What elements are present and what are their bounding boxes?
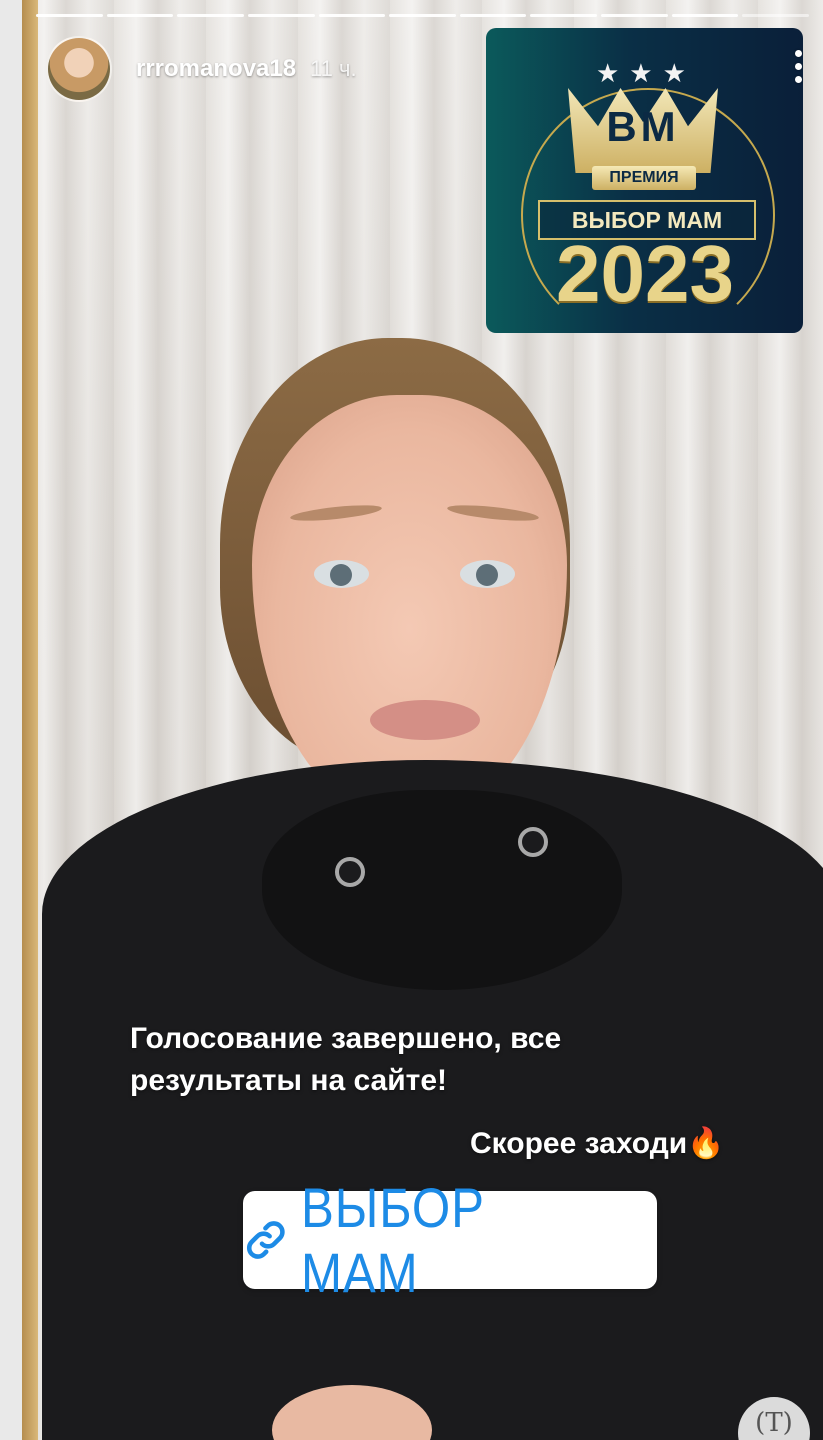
avatar[interactable] — [46, 36, 112, 102]
progress-segment — [177, 14, 244, 17]
hood-collar — [262, 790, 622, 990]
fire-emoji: 🔥 — [687, 1127, 725, 1160]
face — [252, 395, 567, 820]
progress-segment — [389, 14, 456, 17]
progress-segment — [459, 14, 527, 17]
progress-segment — [601, 14, 668, 17]
lips — [370, 700, 480, 740]
award-label: ПРЕМИЯ — [592, 166, 696, 190]
link-label: ВЫБОР МАМ — [300, 1176, 485, 1304]
eye-right — [460, 560, 515, 588]
link-sticker[interactable]: ВЫБОР МАМ — [243, 1176, 657, 1304]
more-vertical-icon[interactable] — [793, 50, 803, 83]
award-sticker[interactable]: ★★★ ВМ ПРЕМИЯ ВЫБОР МАМ 2023 — [486, 28, 803, 333]
progress-segment — [671, 14, 739, 17]
progress-segment — [530, 14, 598, 17]
story-caption-secondary: Скорее заходи🔥 — [470, 1126, 725, 1161]
progress-segment — [318, 14, 386, 17]
link-icon — [246, 1221, 285, 1259]
story-caption: Голосование завершено, все результаты на… — [130, 1022, 562, 1097]
post-time: 11 ч. — [310, 56, 357, 81]
progress-segment — [247, 14, 315, 17]
story-progress-bar — [36, 14, 810, 17]
progress-segment — [106, 14, 174, 17]
story-header: rrromanova18 11 ч. — [46, 36, 357, 102]
progress-segment — [36, 14, 103, 17]
eye-left — [314, 560, 369, 588]
username[interactable]: rrromanova18 — [136, 55, 296, 83]
award-logo-text: ВМ — [606, 103, 680, 150]
award-year: 2023 — [556, 229, 734, 318]
caption-text: Скорее заходи — [470, 1127, 688, 1160]
story-viewer[interactable]: rrromanova18 11 ч. ★★★ ВМ ПРЕМИЯ ВЫБОР М… — [22, 0, 823, 1440]
stars-icon: ★★★ — [596, 58, 696, 88]
progress-segment — [742, 14, 810, 17]
hood-grommet-right — [518, 827, 548, 857]
hood-grommet-left — [335, 857, 365, 887]
